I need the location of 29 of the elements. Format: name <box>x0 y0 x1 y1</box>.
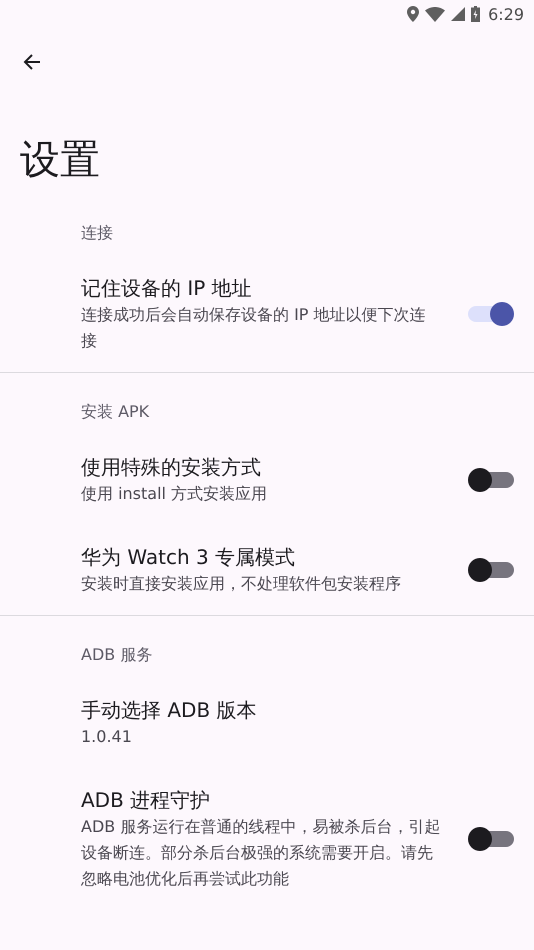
setting-item[interactable]: ADB 进程守护 ADB 服务运行在普通的线程中，易被杀后台，引起设备断连。部分杀后台极强的系统需要开启。请先忽略电池优化后再尝试此功能 <box>0 768 534 910</box>
battery-charging-icon <box>471 6 480 22</box>
toggle-switch[interactable] <box>468 302 514 326</box>
wifi-icon <box>425 6 446 22</box>
setting-item[interactable]: 华为 Watch 3 专属模式 安装时直接安装应用，不处理软件包安装程序 <box>0 525 534 615</box>
toggle-switch[interactable] <box>468 558 514 582</box>
setting-title: 华为 Watch 3 专属模式 <box>81 544 296 571</box>
setting-summary: 安装时直接安装应用，不处理软件包安装程序 <box>81 573 402 595</box>
setting-item[interactable]: 手动选择 ADB 版本 1.0.41 <box>0 678 534 768</box>
status-time: 6:29 <box>488 4 524 24</box>
setting-value: 1.0.41 <box>81 726 133 748</box>
location-icon <box>407 6 420 22</box>
toggle-switch[interactable] <box>468 468 514 492</box>
section-header: 连接 <box>80 222 114 244</box>
setting-title: 手动选择 ADB 版本 <box>81 697 258 724</box>
signal-icon <box>451 7 466 21</box>
toggle-switch[interactable] <box>468 827 514 851</box>
setting-summary: 使用 install 方式安装应用 <box>81 483 268 505</box>
setting-title: 记住设备的 IP 地址 <box>81 275 253 302</box>
section-header: 安装 APK <box>80 401 150 423</box>
setting-title: 使用特殊的安装方式 <box>81 454 262 481</box>
setting-title: ADB 进程守护 <box>81 787 212 814</box>
page-title: 设置 <box>20 136 101 185</box>
setting-summary: 连接成功后会自动保存设备的 IP 地址以便下次连接 <box>81 304 427 352</box>
setting-item[interactable]: 记住设备的 IP 地址 连接成功后会自动保存设备的 IP 地址以便下次连接 <box>0 256 534 372</box>
setting-summary: ADB 服务运行在普通的线程中，易被杀后台，引起设备断连。部分杀后台极强的系统需要开启。请先忽略电池优化后再尝试此功能 <box>81 816 441 890</box>
back-arrow-icon <box>23 53 41 71</box>
section-header: ADB 服务 <box>80 644 154 666</box>
setting-item[interactable]: 使用特殊的安装方式 使用 install 方式安装应用 <box>0 435 534 525</box>
